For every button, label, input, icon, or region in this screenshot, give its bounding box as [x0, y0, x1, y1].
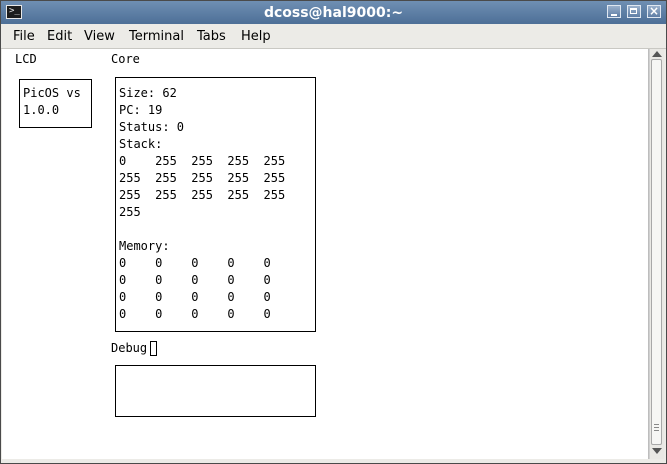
- core-size: Size: 62: [119, 86, 177, 100]
- minimize-icon: [611, 14, 617, 16]
- menu-terminal[interactable]: Terminal: [129, 29, 184, 44]
- core-status: Status: 0: [119, 120, 185, 134]
- maximize-icon: [630, 8, 637, 14]
- grip-line-icon: [654, 430, 659, 431]
- debug-box: [115, 365, 316, 417]
- scroll-up-arrow-icon[interactable]: [652, 51, 662, 57]
- memory-label: Memory:: [119, 239, 170, 253]
- core-pc: PC: 19: [119, 103, 163, 117]
- window-title: dcoss@hal9000:~: [263, 5, 404, 21]
- memory-row: 0 0 0 0 0: [119, 307, 271, 321]
- stack-row: 255 255 255 255 255: [119, 171, 286, 185]
- menu-view[interactable]: View: [84, 29, 115, 44]
- text-cursor: [150, 341, 157, 356]
- scroll-down-arrow-icon[interactable]: [652, 448, 662, 454]
- menu-file[interactable]: File: [13, 29, 35, 44]
- lcd-line-2: 1.0.0: [23, 103, 60, 117]
- stack-row: 255: [119, 205, 141, 219]
- debug-label: Debug: [111, 341, 148, 355]
- maximize-button[interactable]: [627, 5, 641, 18]
- core-label: Core: [111, 52, 140, 66]
- grip-line-icon: [654, 427, 659, 428]
- lcd-label: LCD: [15, 52, 37, 66]
- memory-row: 0 0 0 0 0: [119, 290, 271, 304]
- memory-row: 0 0 0 0 0: [119, 273, 271, 287]
- menu-tabs[interactable]: Tabs: [197, 29, 226, 44]
- stack-row: 0 255 255 255 255: [119, 154, 286, 168]
- grip-line-icon: [654, 424, 659, 425]
- close-icon: ×: [648, 4, 660, 18]
- stack-label: Stack:: [119, 137, 163, 151]
- stack-row: 255 255 255 255 255: [119, 188, 286, 202]
- vertical-scrollbar[interactable]: [649, 49, 664, 459]
- menu-bar: File Edit View Terminal Tabs Help: [1, 24, 666, 49]
- terminal-output[interactable]: LCD Core PicOS vs 1.0.0 Size: 62 PC: 19 …: [2, 49, 649, 459]
- memory-row: 0 0 0 0 0: [119, 256, 271, 270]
- title-bar[interactable]: >_ dcoss@hal9000:~ ×: [1, 1, 666, 24]
- menu-edit[interactable]: Edit: [47, 29, 72, 44]
- scrollbar-thumb[interactable]: [651, 59, 662, 445]
- lcd-line-1: PicOS vs: [23, 86, 81, 100]
- close-button[interactable]: ×: [647, 4, 661, 18]
- minimize-button[interactable]: [607, 5, 621, 18]
- menu-help[interactable]: Help: [241, 29, 271, 44]
- terminal-window: >_ dcoss@hal9000:~ × File Edit View Term…: [0, 0, 667, 464]
